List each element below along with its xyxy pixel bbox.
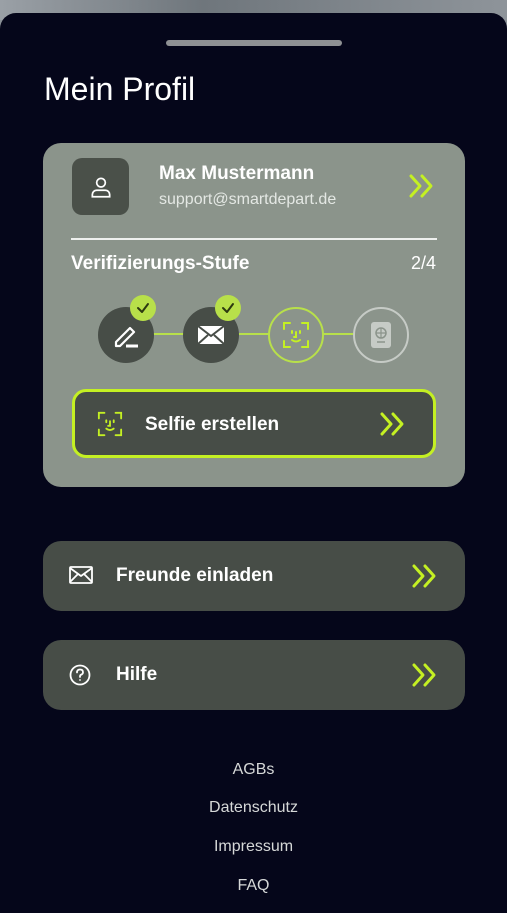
privacy-link[interactable]: Datenschutz <box>0 799 507 817</box>
step-connector <box>239 333 271 335</box>
double-chevron-right-icon <box>379 411 407 442</box>
step-connector <box>153 333 185 335</box>
step-face-scan[interactable] <box>268 307 324 363</box>
mail-icon <box>69 565 93 590</box>
check-icon <box>215 295 241 321</box>
passport-icon <box>371 322 391 348</box>
step-signature[interactable] <box>98 295 156 363</box>
double-chevron-right-icon <box>411 563 439 594</box>
agb-link[interactable]: AGBs <box>0 761 507 779</box>
verification-steps <box>43 143 465 383</box>
face-scan-icon <box>97 411 123 442</box>
sheet-drag-handle[interactable] <box>166 40 342 46</box>
profile-sheet: Mein Profil Max Mustermann support@smart… <box>0 13 507 913</box>
page-title: Mein Profil <box>44 71 196 107</box>
help-label: Hilfe <box>116 664 158 685</box>
double-chevron-right-icon <box>411 662 439 693</box>
faq-link[interactable]: FAQ <box>0 877 507 895</box>
imprint-link[interactable]: Impressum <box>0 838 507 856</box>
selfie-button-label: Selfie erstellen <box>145 414 280 435</box>
mail-icon <box>197 325 225 345</box>
help-circle-icon <box>69 664 91 691</box>
signature-icon <box>114 326 138 348</box>
check-icon <box>130 295 156 321</box>
step-email[interactable] <box>183 295 241 363</box>
invite-friends-label: Freunde einladen <box>116 565 274 586</box>
help-button[interactable]: Hilfe <box>43 640 465 710</box>
profile-card: Max Mustermann support@smartdepart.de Ve… <box>43 143 465 487</box>
selfie-button[interactable]: Selfie erstellen <box>72 389 436 458</box>
invite-friends-button[interactable]: Freunde einladen <box>43 541 465 611</box>
face-scan-icon <box>283 322 309 348</box>
step-passport[interactable] <box>353 307 409 363</box>
step-connector <box>323 333 355 335</box>
